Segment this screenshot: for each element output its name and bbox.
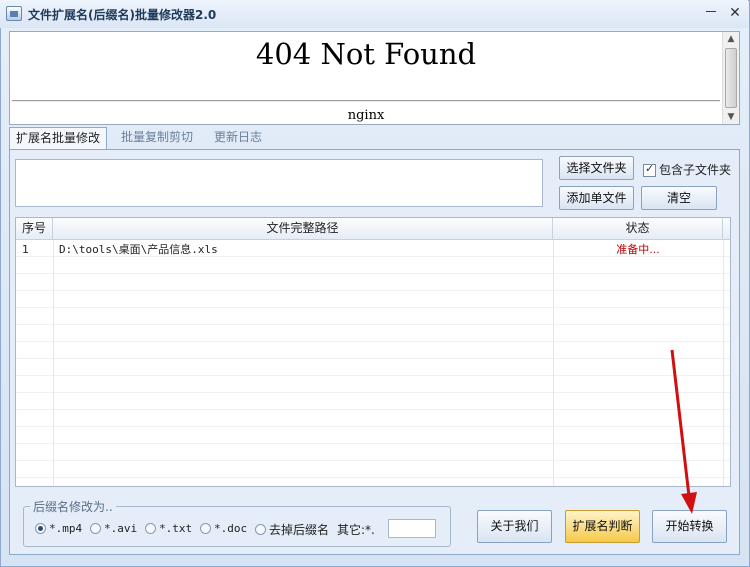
close-button[interactable]: ✕ <box>726 4 744 22</box>
table-header: 序号 文件完整路径 状态 <box>16 218 730 240</box>
title-bar: 文件扩展名(后缀名)批量修改器2.0 － ✕ <box>0 0 748 28</box>
radio-icon[interactable] <box>200 523 211 534</box>
tab-batch-copy-cut[interactable]: 批量复制剪切 <box>115 127 199 149</box>
column-header-status[interactable]: 状态 <box>553 218 723 240</box>
other-extension-label: 其它:*. <box>337 523 375 537</box>
minimize-button[interactable]: － <box>702 4 720 22</box>
cell-status: 准备中... <box>616 243 660 256</box>
radio-doc[interactable]: *.doc <box>200 521 247 535</box>
extension-judge-button[interactable]: 扩展名判断 <box>565 510 640 543</box>
vertical-scrollbar[interactable]: ▲ ▼ <box>722 32 739 124</box>
scroll-thumb[interactable] <box>725 48 737 108</box>
radio-icon[interactable] <box>145 523 156 534</box>
column-header-path[interactable]: 文件完整路径 <box>53 218 553 240</box>
tab-extension-batch[interactable]: 扩展名批量修改 <box>9 127 108 149</box>
select-folder-button[interactable]: 选择文件夹 <box>559 156 634 180</box>
server-name: nginx <box>347 108 385 123</box>
cell-no: 1 <box>22 243 29 256</box>
app-icon <box>6 6 22 21</box>
clear-button[interactable]: 清空 <box>641 186 717 210</box>
add-file-button[interactable]: 添加单文件 <box>559 186 634 210</box>
radio-avi-label: *.avi <box>104 522 138 535</box>
checkbox-checked-icon[interactable] <box>643 162 656 177</box>
scroll-down-icon[interactable]: ▼ <box>726 112 736 122</box>
radio-txt[interactable]: *.txt <box>145 521 192 535</box>
radio-txt-label: *.txt <box>159 522 193 535</box>
radio-checked-icon[interactable] <box>35 523 46 534</box>
radio-mp4[interactable]: *.mp4 <box>35 521 82 535</box>
web-browser-panel: 404 Not Found nginx ▲ ▼ <box>9 31 740 125</box>
column-divider <box>723 240 724 486</box>
error-heading: 404 Not Found <box>255 37 477 71</box>
radio-doc-label: *.doc <box>214 522 248 535</box>
extension-group-legend: 后缀名修改为.. <box>30 498 116 515</box>
radio-icon[interactable] <box>90 523 101 534</box>
table-row[interactable]: 1 D:\tools\桌面\产品信息.xls 准备中... <box>16 241 730 258</box>
scroll-up-icon[interactable]: ▲ <box>726 34 736 44</box>
about-us-button[interactable]: 关于我们 <box>477 510 552 543</box>
window-title: 文件扩展名(后缀名)批量修改器2.0 <box>28 8 217 22</box>
radio-remove-ext-label: 去掉后缀名 <box>269 523 330 537</box>
divider <box>12 100 720 102</box>
include-subfolders-label: 包含子文件夹 <box>659 163 732 177</box>
radio-mp4-label: *.mp4 <box>49 522 83 535</box>
folder-path-input[interactable] <box>15 159 543 207</box>
radio-avi[interactable]: *.avi <box>90 521 137 535</box>
column-divider <box>53 240 54 486</box>
radio-icon[interactable] <box>255 524 266 535</box>
column-divider <box>553 240 554 486</box>
tab-changelog[interactable]: 更新日志 <box>208 127 268 149</box>
file-table[interactable]: 序号 文件完整路径 状态 1 D:\tools\桌面\产品信息.xls 准备中.… <box>15 217 731 487</box>
other-extension-input[interactable] <box>388 519 436 538</box>
include-subfolders-checkbox[interactable]: 包含子文件夹 <box>643 161 731 178</box>
cell-path: D:\tools\桌面\产品信息.xls <box>59 243 218 256</box>
radio-remove-ext[interactable]: 去掉后缀名 <box>255 521 329 538</box>
start-convert-button[interactable]: 开始转换 <box>652 510 727 543</box>
table-grid <box>16 240 730 486</box>
column-header-no[interactable]: 序号 <box>16 218 53 240</box>
